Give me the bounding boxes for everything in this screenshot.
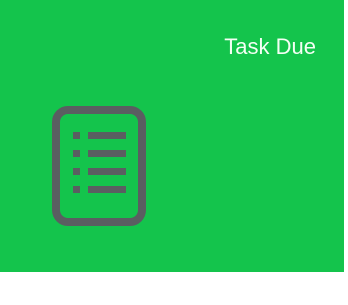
task-due-tile[interactable]: Task Due [0, 0, 344, 272]
list-document-icon [52, 106, 148, 228]
tile-title: Task Due [224, 34, 316, 59]
